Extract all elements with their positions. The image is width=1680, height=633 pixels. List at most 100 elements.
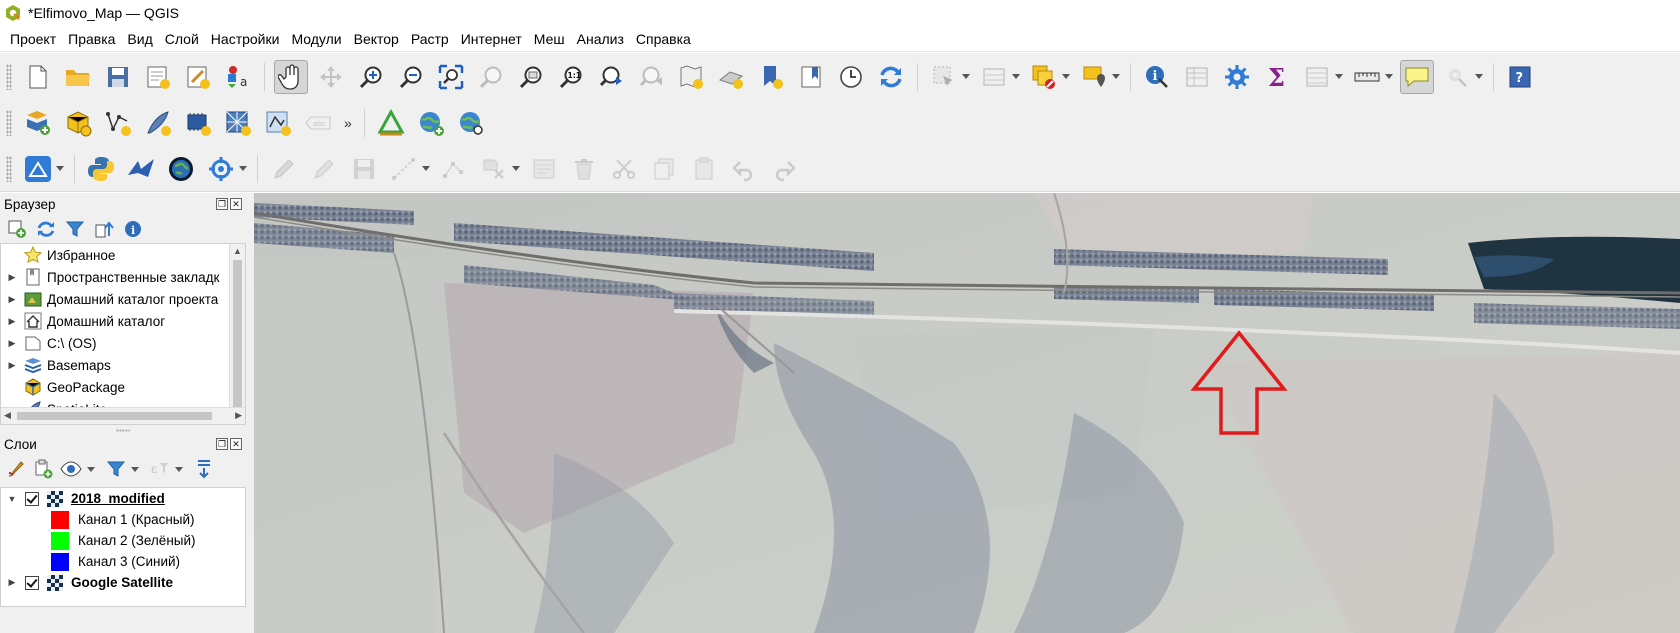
temporal-controller-button[interactable] [834,60,868,94]
zoom-to-selection-button[interactable] [474,60,508,94]
style-manager-button[interactable]: a [221,60,255,94]
browser-item-basemaps[interactable]: ▶ Basemaps [1,354,245,376]
zoom-to-layer-button[interactable] [514,60,548,94]
open-project-button[interactable] [61,60,95,94]
scroll-right-icon[interactable]: ▶ [235,410,242,421]
expand-arrow-icon[interactable]: ▶ [5,272,19,283]
menu-view[interactable]: Вид [121,28,158,50]
pan-to-selection-button[interactable] [314,60,348,94]
enable-properties-button[interactable]: i [122,218,144,240]
menu-help[interactable]: Справка [630,28,697,50]
browser-item-spatial-bookmarks[interactable]: ▶ Пространственные закладк [1,266,245,288]
filter-browser-button[interactable] [64,218,86,240]
cut-features-button[interactable] [607,152,641,186]
menu-mesh[interactable]: Меш [528,28,571,50]
new-map-view-button[interactable] [674,60,708,94]
add-wms-layer-button[interactable] [414,106,448,140]
browser-item-project-home[interactable]: ▶ Домашний каталог проекта [1,288,245,310]
digitize-line-button[interactable] [387,152,421,186]
dropdown-arrow-icon[interactable] [1475,74,1483,79]
add-group-button[interactable] [33,458,53,480]
expand-arrow-icon[interactable]: ▶ [5,360,19,371]
toolbar-grip[interactable] [6,110,12,136]
dropdown-arrow-icon[interactable] [175,466,183,472]
dropdown-arrow-icon[interactable] [1385,74,1393,79]
plugin-qmap-button[interactable] [21,152,55,186]
zoom-last-button[interactable] [594,60,628,94]
earth-plugin-button[interactable] [164,152,198,186]
expand-arrow-icon[interactable]: ▶ [5,577,19,588]
delete-selected-button[interactable] [477,152,511,186]
dropdown-arrow-icon[interactable] [1062,74,1070,79]
dropdown-arrow-icon[interactable] [87,466,95,472]
deselect-all-button[interactable] [1027,60,1061,94]
menu-vector[interactable]: Вектор [348,28,405,50]
layer-row-google-satellite[interactable]: ▶ Google Satellite [1,572,245,593]
refresh-button[interactable] [874,60,908,94]
expand-arrow-icon[interactable]: ▶ [5,338,19,349]
annotation-button[interactable] [1440,60,1474,94]
layer-visibility-checkbox[interactable] [25,575,39,590]
menu-web[interactable]: Интернет [455,28,528,50]
scrollbar-thumb[interactable] [233,260,242,410]
close-panel-button[interactable]: ✕ [230,438,242,450]
menu-raster[interactable]: Растр [405,28,455,50]
scroll-up-icon[interactable]: ▲ [233,246,242,256]
georeferencer-button[interactable] [374,106,408,140]
menu-settings[interactable]: Настройки [205,28,286,50]
show-bookmarks-button[interactable] [794,60,828,94]
help-button[interactable]: ? [1503,60,1537,94]
browser-item-drive-c[interactable]: ▶ C:\ (OS) [1,332,245,354]
filter-legend-button[interactable] [106,458,126,480]
layout-manager-button[interactable] [181,60,215,94]
menu-layer[interactable]: Слой [159,28,205,50]
new-virtual-layer-button[interactable] [181,106,215,140]
dropdown-arrow-icon[interactable] [422,166,430,171]
expand-arrow-icon[interactable]: ▶ [5,316,19,327]
statistical-summary-button[interactable]: Σ [1260,60,1294,94]
copy-features-button[interactable] [647,152,681,186]
sync-plugin-button[interactable] [204,152,238,186]
dropdown-arrow-icon[interactable] [239,166,247,171]
new-project-button[interactable] [21,60,55,94]
menu-analysis[interactable]: Анализ [571,28,630,50]
toolbar-overflow-button[interactable]: » [344,115,352,131]
redo-button[interactable] [767,152,801,186]
metasearch-button[interactable] [454,106,488,140]
refresh-browser-button[interactable] [35,218,57,240]
dropdown-arrow-icon[interactable] [56,166,64,171]
dropdown-arrow-icon[interactable] [962,74,970,79]
new-bookmark-button[interactable] [754,60,788,94]
new-spatialite-layer-button[interactable] [141,106,175,140]
expand-all-button[interactable] [194,458,214,480]
float-panel-button[interactable]: ❐ [216,438,228,450]
python-console-button[interactable] [84,152,118,186]
layer-row-2018-modified[interactable]: ▼ 2018_modified [1,488,245,509]
browser-horizontal-scrollbar[interactable]: ◀ ▶ [1,407,245,424]
current-edits-button[interactable] [267,152,301,186]
style-layer-button[interactable] [6,458,26,480]
map-canvas[interactable] [254,193,1680,633]
add-selected-layers-button[interactable] [6,218,28,240]
browser-vertical-scrollbar[interactable]: ▲ [229,244,245,410]
dropdown-arrow-icon[interactable] [512,166,520,171]
new-mesh-layer-button[interactable] [221,106,255,140]
browser-item-favorites[interactable]: Избранное [1,244,245,266]
attribute-table-button[interactable] [1180,60,1214,94]
new-temporary-layer-button[interactable] [261,106,295,140]
zoom-out-button[interactable] [394,60,428,94]
menu-edit[interactable]: Правка [62,28,121,50]
identify-features-button[interactable]: i [1140,60,1174,94]
vertex-tool-button[interactable] [437,152,471,186]
dropdown-arrow-icon[interactable] [131,466,139,472]
filter-by-expression-button[interactable]: ε [150,458,170,480]
save-project-button[interactable] [101,60,135,94]
zoom-native-button[interactable]: 1:1 [554,60,588,94]
dropdown-arrow-icon[interactable] [1012,74,1020,79]
dropdown-arrow-icon[interactable] [1335,74,1343,79]
map-tips-button[interactable] [1400,59,1434,94]
data-source-manager-button[interactable] [21,106,55,140]
dropdown-arrow-icon[interactable] [1112,74,1120,79]
measure-line-button[interactable] [1350,60,1384,94]
select-features-button[interactable] [927,60,961,94]
